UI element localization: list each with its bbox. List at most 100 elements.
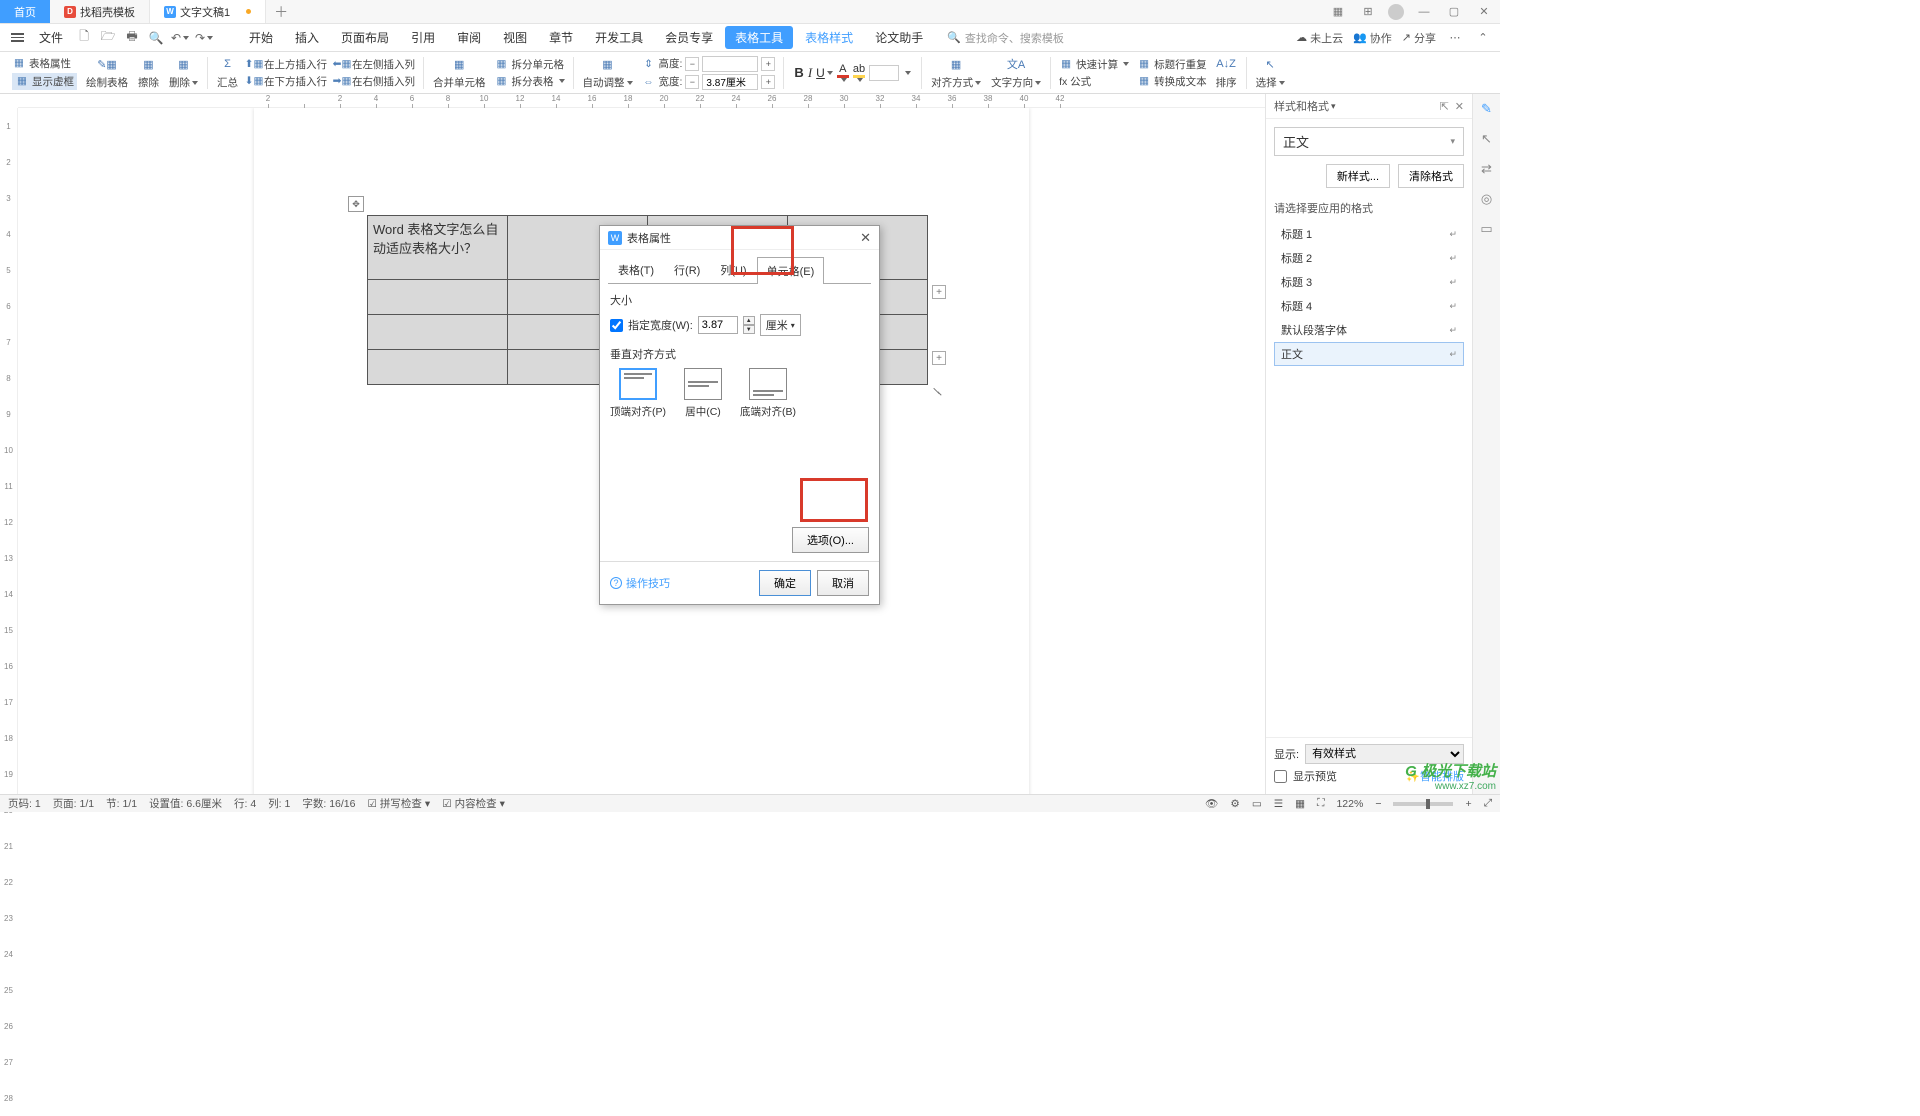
width-input[interactable]: [702, 74, 758, 90]
view-eye-icon[interactable]: 👁: [1205, 797, 1218, 810]
status-section[interactable]: 节: 1/1: [106, 796, 137, 811]
summary-button[interactable]: Σ汇总: [212, 52, 243, 93]
shading-button[interactable]: [869, 65, 899, 81]
status-words[interactable]: 字数: 16/16: [302, 796, 355, 811]
add-col-handle2[interactable]: +: [932, 351, 946, 365]
preview-checkbox[interactable]: [1274, 770, 1287, 783]
menu-paper[interactable]: 论文助手: [865, 26, 933, 49]
minimize-button[interactable]: —: [1414, 3, 1434, 21]
open-icon[interactable]: 🗁: [99, 29, 117, 47]
strip-target-icon[interactable]: ◎: [1478, 190, 1496, 208]
status-spell[interactable]: ☑拼写检查▾: [368, 796, 431, 811]
split-cell-button[interactable]: ▦拆分单元格: [495, 57, 565, 72]
highlight-button[interactable]: ab: [853, 63, 865, 82]
vertical-ruler[interactable]: 1234567891011121314151617181920212223242…: [0, 108, 18, 794]
split-table-button[interactable]: ▦拆分表格: [495, 74, 565, 89]
table-move-handle[interactable]: ✥: [348, 196, 364, 212]
menu-insert[interactable]: 插入: [285, 26, 329, 49]
view-outline-icon[interactable]: ☰: [1274, 798, 1283, 810]
valign-center-option[interactable]: 居中(C): [684, 368, 722, 419]
tab-home[interactable]: 首页: [0, 0, 50, 23]
search-box[interactable]: 🔍 查找命令、搜索模板: [947, 30, 1064, 46]
quickcalc-button[interactable]: ▦快速计算: [1059, 57, 1129, 72]
show-grid-button[interactable]: ▦显示虚框: [12, 73, 77, 90]
tab-new[interactable]: ＋: [266, 0, 296, 23]
share-button[interactable]: ↗分享: [1402, 30, 1436, 46]
height-dec[interactable]: −: [685, 57, 699, 71]
avatar-icon[interactable]: [1388, 4, 1404, 20]
new-style-button[interactable]: 新样式...: [1326, 164, 1390, 188]
view-gear-icon[interactable]: ⚙: [1230, 798, 1239, 810]
status-pages[interactable]: 页面: 1/1: [53, 796, 94, 811]
maximize-button[interactable]: ▢: [1444, 3, 1464, 21]
insert-below-button[interactable]: ⬇▦在下方插入行: [247, 74, 327, 89]
width-input-dialog[interactable]: [698, 316, 738, 334]
table-cell[interactable]: [368, 315, 508, 350]
draw-table-button[interactable]: ✎▦绘制表格: [81, 52, 133, 93]
view-web-icon[interactable]: ▦: [1295, 798, 1305, 810]
width-inc[interactable]: +: [761, 75, 775, 89]
status-pos[interactable]: 设置值: 6.6厘米: [149, 796, 222, 811]
hamburger-icon[interactable]: [8, 30, 27, 45]
clear-format-button[interactable]: 清除格式: [1398, 164, 1464, 188]
options-button[interactable]: 选项(O)...: [792, 527, 869, 553]
zoom-slider[interactable]: [1393, 802, 1453, 806]
menu-member[interactable]: 会员专享: [655, 26, 723, 49]
menu-layout[interactable]: 页面布局: [331, 26, 399, 49]
more-icon[interactable]: ⋯: [1446, 29, 1464, 47]
dlg-tab-table[interactable]: 表格(T): [608, 256, 664, 283]
status-page[interactable]: 页码: 1: [8, 796, 41, 811]
status-col[interactable]: 列: 1: [268, 796, 290, 811]
dlg-tab-row[interactable]: 行(R): [664, 256, 710, 283]
preview-icon[interactable]: 🔍: [147, 29, 165, 47]
merge-cells-button[interactable]: ▦合并单元格: [428, 52, 491, 93]
expand-icon[interactable]: ⤢: [1484, 797, 1492, 810]
menu-dev[interactable]: 开发工具: [585, 26, 653, 49]
menu-tabletools[interactable]: 表格工具: [725, 26, 793, 49]
formula-button[interactable]: fx 公式: [1059, 74, 1129, 89]
table-props-button[interactable]: ▦表格属性: [12, 56, 77, 71]
zoom-in[interactable]: +: [1465, 798, 1471, 810]
insert-left-button[interactable]: ⬅▦在左侧插入列: [335, 57, 415, 72]
erase-button[interactable]: ▦擦除: [133, 52, 164, 93]
valign-top-option[interactable]: 顶端对齐(P): [610, 368, 666, 419]
zoom-fit-icon[interactable]: ⛶: [1317, 797, 1324, 810]
select-button[interactable]: ↖选择: [1251, 52, 1290, 93]
menu-tablestyle[interactable]: 表格样式: [795, 26, 863, 49]
close-button[interactable]: ✕: [1474, 3, 1494, 21]
strip-cursor-icon[interactable]: ↖: [1478, 130, 1496, 148]
zoom-out[interactable]: −: [1375, 798, 1381, 810]
status-row[interactable]: 行: 4: [234, 796, 256, 811]
bold-button[interactable]: B: [794, 65, 803, 80]
menu-review[interactable]: 审阅: [447, 26, 491, 49]
cancel-button[interactable]: 取消: [817, 570, 869, 596]
specify-width-checkbox[interactable]: [610, 319, 623, 332]
insert-above-button[interactable]: ⬆▦在上方插入行: [247, 57, 327, 72]
dlg-tab-col[interactable]: 列(U): [710, 256, 756, 283]
grid-icon[interactable]: ▦: [1328, 3, 1348, 21]
delete-button[interactable]: ▦删除: [164, 52, 203, 93]
current-style-select[interactable]: 正文▾: [1274, 127, 1464, 156]
width-dec[interactable]: −: [685, 75, 699, 89]
table-cell[interactable]: [368, 350, 508, 385]
underline-button[interactable]: U: [816, 66, 833, 80]
undo-icon[interactable]: ↶: [171, 29, 189, 47]
style-item[interactable]: 标题 4↵: [1274, 294, 1464, 318]
view-page-icon[interactable]: ▭: [1252, 798, 1262, 810]
font-color-button[interactable]: A: [837, 63, 849, 82]
redo-icon[interactable]: ↷: [195, 29, 213, 47]
strip-swap-icon[interactable]: ⇄: [1478, 160, 1496, 178]
table-resize-handle[interactable]: [930, 387, 940, 397]
tab-doc[interactable]: W 文字文稿1: [150, 0, 266, 23]
valign-bottom-option[interactable]: 底端对齐(B): [740, 368, 796, 419]
strip-book-icon[interactable]: ▭: [1478, 220, 1496, 238]
menu-ref[interactable]: 引用: [401, 26, 445, 49]
file-menu[interactable]: 文件: [33, 29, 69, 46]
width-spin-up[interactable]: ▲: [743, 316, 755, 325]
menu-view[interactable]: 视图: [493, 26, 537, 49]
strip-edit-icon[interactable]: ✎: [1478, 100, 1496, 118]
unit-select[interactable]: 厘米▾: [760, 314, 801, 336]
pin-icon[interactable]: ⇱: [1440, 100, 1449, 113]
height-inc[interactable]: +: [761, 57, 775, 71]
style-item[interactable]: 标题 2↵: [1274, 246, 1464, 270]
